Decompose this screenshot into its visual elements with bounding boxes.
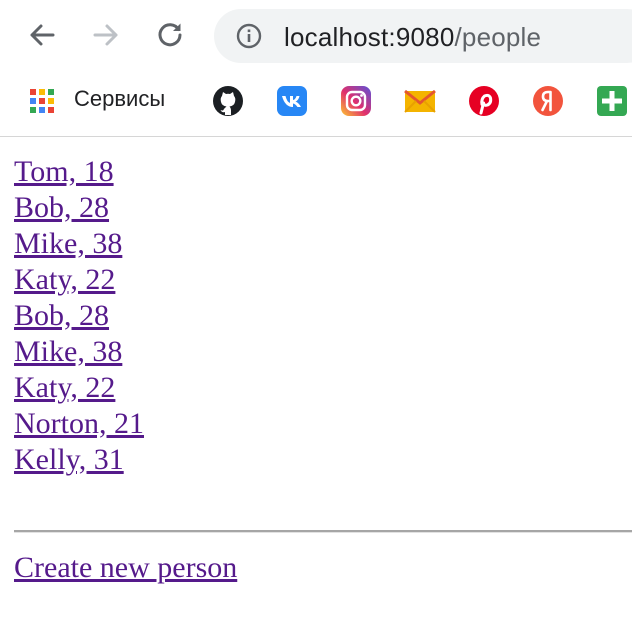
bookmark-gmail[interactable] (403, 84, 437, 118)
instagram-icon (341, 86, 371, 116)
person-link-norton[interactable]: Norton, 21 (14, 406, 144, 442)
apps-grid-icon[interactable] (28, 87, 56, 115)
bookmark-yandex[interactable] (531, 84, 565, 118)
arrow-right-icon (93, 24, 118, 46)
gmail-icon (404, 89, 436, 113)
person-link-kelly[interactable]: Kelly, 31 (14, 442, 124, 478)
vk-icon (277, 86, 307, 116)
horizontal-rule (14, 530, 632, 533)
browser-toolbar: localhost:9080/people (0, 0, 632, 74)
person-link-bob[interactable]: Bob, 28 (14, 190, 109, 226)
person-link-tom[interactable]: Tom, 18 (14, 154, 114, 190)
bookmark-google-keep[interactable] (595, 84, 629, 118)
person-link-katy[interactable]: Katy, 22 (14, 262, 115, 298)
person-link-mike-2[interactable]: Mike, 38 (14, 334, 122, 370)
yandex-icon (533, 86, 563, 116)
create-person-link[interactable]: Create new person (14, 550, 237, 586)
url-text[interactable]: localhost:9080/people (284, 22, 541, 53)
forward-button[interactable] (88, 17, 124, 53)
url-path: /people (454, 22, 542, 52)
back-button[interactable] (24, 17, 60, 53)
bookmark-pinterest[interactable] (467, 84, 501, 118)
reload-button[interactable] (152, 17, 188, 53)
reload-icon (158, 23, 182, 47)
address-bar[interactable]: localhost:9080/people (214, 9, 632, 63)
apps-label[interactable]: Сервисы (74, 86, 165, 112)
url-host: localhost:9080 (284, 22, 455, 52)
bookmark-vk[interactable] (275, 84, 309, 118)
github-icon (213, 86, 243, 116)
person-link-mike[interactable]: Mike, 38 (14, 226, 122, 262)
people-list: Tom, 18 Bob, 28 Mike, 38 Katy, 22 Bob, 2… (14, 154, 144, 478)
bookmark-instagram[interactable] (339, 84, 373, 118)
google-keep-plus-icon (597, 86, 627, 116)
bookmark-github[interactable] (211, 84, 245, 118)
person-link-bob-2[interactable]: Bob, 28 (14, 298, 109, 334)
pinterest-icon (469, 86, 499, 116)
person-link-katy-2[interactable]: Katy, 22 (14, 370, 115, 406)
info-circle-icon[interactable] (236, 23, 262, 49)
arrow-left-icon (30, 24, 55, 46)
